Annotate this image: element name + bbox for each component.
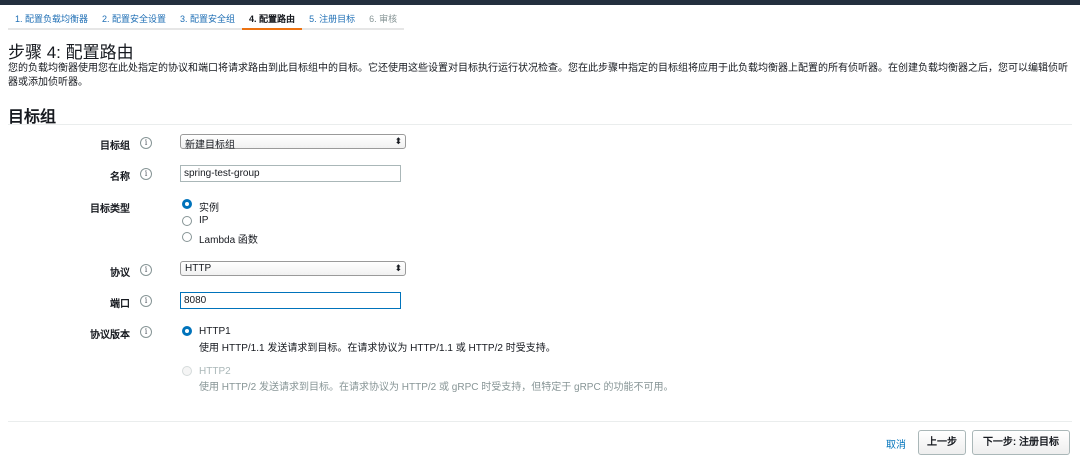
footer-divider: [8, 421, 1072, 422]
port-label: 端口: [110, 299, 130, 310]
name-input[interactable]: [180, 165, 401, 182]
target-group-info-icon[interactable]: i: [140, 137, 152, 149]
target-group-label: 目标组: [100, 141, 130, 152]
port-input[interactable]: [180, 292, 401, 309]
target-type-instance-label[interactable]: 实例: [199, 199, 219, 214]
protocol-version-http1-desc: 使用 HTTP/1.1 发送请求到目标。在请求协议为 HTTP/1.1 或 HT…: [199, 343, 556, 354]
protocol-version-info-icon[interactable]: i: [140, 326, 152, 338]
target-group-select[interactable]: 新建目标组 ⬍: [180, 134, 406, 151]
step-configure-security-groups[interactable]: 3. 配置安全组: [173, 8, 243, 30]
target-type-ip-radio[interactable]: [182, 216, 192, 226]
protocol-value: HTTP: [185, 263, 212, 274]
protocol-version-http1-label[interactable]: HTTP1: [199, 326, 231, 337]
step-configure-security-settings[interactable]: 2. 配置安全设置: [95, 8, 174, 30]
step-configure-load-balancer[interactable]: 1. 配置负载均衡器: [8, 8, 96, 30]
protocol-version-http2-desc: 使用 HTTP/2 发送请求到目标。在请求协议为 HTTP/2 或 gRPC 时…: [199, 382, 674, 393]
name-label: 名称: [110, 172, 130, 183]
name-info-icon[interactable]: i: [140, 168, 152, 180]
protocol-label: 协议: [110, 268, 130, 279]
wizard-steps: 1. 配置负载均衡器 2. 配置安全设置 3. 配置安全组 4. 配置路由 5.…: [8, 8, 405, 30]
previous-button[interactable]: 上一步: [918, 430, 966, 455]
protocol-select[interactable]: HTTP ⬍: [180, 261, 406, 276]
target-type-lambda-label[interactable]: Lambda 函数: [199, 231, 258, 246]
port-info-icon[interactable]: i: [140, 295, 152, 307]
target-type-label: 目标类型: [90, 204, 130, 215]
target-group-value: 新建目标组: [185, 140, 235, 151]
step-review: 6. 审核: [362, 8, 405, 30]
protocol-version-http2-label: HTTP2: [199, 366, 231, 377]
target-type-lambda-radio[interactable]: [182, 232, 192, 242]
section-divider: [8, 124, 1072, 125]
top-nav-bar: [0, 0, 1080, 5]
protocol-version-http2-radio: [182, 366, 192, 376]
target-type-ip-label[interactable]: IP: [199, 215, 208, 226]
select-arrows-icon: ⬍: [394, 136, 402, 146]
target-type-instance-radio[interactable]: [182, 199, 192, 209]
step-register-targets[interactable]: 5. 注册目标: [302, 8, 363, 30]
step-configure-routing: 4. 配置路由: [242, 8, 303, 30]
page-title: 步骤 4: 配置路由: [8, 43, 134, 62]
protocol-info-icon[interactable]: i: [140, 264, 152, 276]
page-description: 您的负载均衡器使用您在此处指定的协议和端口将请求路由到此目标组中的目标。它还使用…: [8, 63, 1068, 88]
cancel-button[interactable]: 取消: [886, 436, 906, 451]
protocol-version-http1-radio[interactable]: [182, 326, 192, 336]
select-arrows-icon: ⬍: [394, 263, 402, 273]
protocol-version-label: 协议版本: [90, 330, 130, 341]
next-register-targets-button[interactable]: 下一步: 注册目标: [972, 430, 1070, 455]
